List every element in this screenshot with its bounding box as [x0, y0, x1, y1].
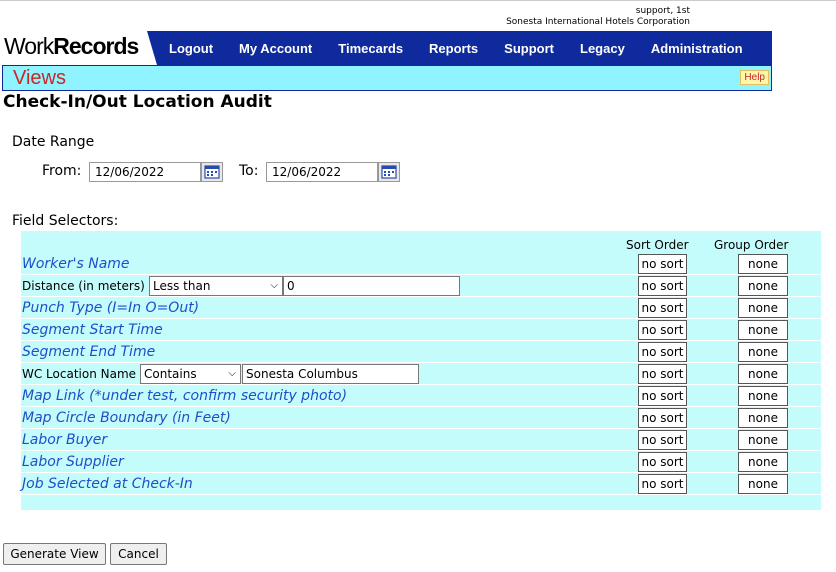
calendar-icon	[204, 165, 220, 179]
nav-support[interactable]: Support	[504, 41, 554, 56]
to-label: To:	[239, 163, 259, 179]
field-map-circle-boundary[interactable]: Map Circle Boundary (in Feet)	[22, 410, 231, 426]
company-name: Sonesta International Hotels Corporation	[506, 17, 690, 27]
field-row: Labor Buyer no sort none	[21, 429, 821, 451]
group-order-header: Group Order	[714, 238, 789, 252]
field-row: Segment Start Time no sort none	[21, 319, 821, 341]
group-order-select[interactable]: none	[738, 386, 788, 406]
nav-administration[interactable]: Administration	[651, 41, 743, 56]
from-date-input[interactable]: 12/06/2022	[89, 162, 201, 182]
distance-value-input[interactable]: 0	[283, 276, 460, 296]
sort-order-select[interactable]: no sort	[638, 386, 687, 406]
group-order-select[interactable]: none	[738, 342, 788, 362]
nav-reports[interactable]: Reports	[429, 41, 478, 56]
sort-order-select[interactable]: no sort	[638, 474, 687, 494]
group-order-select[interactable]: none	[738, 254, 788, 274]
group-order-select[interactable]: none	[738, 452, 788, 472]
main-nav: Logout My Account Timecards Reports Supp…	[147, 31, 772, 65]
location-operator-value: Contains	[144, 367, 197, 381]
field-row: WC Location Name Contains ⌵ Sonesta Colu…	[21, 363, 821, 385]
sort-order-select[interactable]: no sort	[638, 430, 687, 450]
views-title: Views	[13, 67, 66, 89]
field-wc-location-label: WC Location Name	[22, 367, 137, 381]
group-order-select[interactable]: none	[738, 408, 788, 428]
nav-legacy[interactable]: Legacy	[580, 41, 625, 56]
field-row: Map Circle Boundary (in Feet) no sort no…	[21, 407, 821, 429]
field-row: Punch Type (I=In O=Out) no sort none	[21, 297, 821, 319]
from-calendar-button[interactable]	[201, 162, 223, 182]
location-value-input[interactable]: Sonesta Columbus	[242, 364, 419, 384]
to-date-input[interactable]: 12/06/2022	[266, 162, 378, 182]
field-workers-name[interactable]: Worker's Name	[22, 256, 130, 272]
sort-order-select[interactable]: no sort	[638, 298, 687, 318]
field-row: Segment End Time no sort none	[21, 341, 821, 363]
field-segment-end-time[interactable]: Segment End Time	[22, 344, 155, 360]
field-selectors-panel: Sort Order Group Order Worker's Name no …	[21, 231, 821, 510]
chevron-down-icon: ⌵	[228, 368, 236, 379]
logo-records-text: Records	[53, 32, 139, 59]
group-order-select[interactable]: none	[738, 298, 788, 318]
field-row: Distance (in meters) Less than ⌵ 0 no so…	[21, 275, 821, 297]
group-order-select[interactable]: none	[738, 320, 788, 340]
sort-order-select[interactable]: no sort	[638, 364, 687, 384]
group-order-select[interactable]: none	[738, 364, 788, 384]
calendar-icon	[381, 165, 397, 179]
sort-order-select[interactable]: no sort	[638, 254, 687, 274]
field-punch-type[interactable]: Punch Type (I=In O=Out)	[22, 300, 199, 316]
distance-operator-value: Less than	[153, 279, 211, 293]
field-map-link[interactable]: Map Link (*under test, confirm security …	[22, 388, 347, 404]
views-bar: Views Help	[2, 65, 772, 91]
field-job-selected[interactable]: Job Selected at Check-In	[22, 476, 193, 492]
field-row: Labor Supplier no sort none	[21, 451, 821, 473]
field-row: Map Link (*under test, confirm security …	[21, 385, 821, 407]
field-row: Worker's Name no sort none	[21, 253, 821, 275]
field-labor-buyer[interactable]: Labor Buyer	[22, 432, 107, 448]
cancel-button[interactable]: Cancel	[110, 543, 167, 565]
sort-order-select[interactable]: no sort	[638, 276, 687, 296]
help-button[interactable]: Help	[740, 70, 769, 85]
date-range-label: Date Range	[12, 134, 95, 150]
field-row: Job Selected at Check-In no sort none	[21, 473, 821, 495]
from-label: From:	[42, 163, 82, 179]
field-labor-supplier[interactable]: Labor Supplier	[22, 454, 124, 470]
sort-order-select[interactable]: no sort	[638, 320, 687, 340]
top-divider	[0, 0, 836, 1]
field-distance-label: Distance (in meters)	[22, 279, 145, 293]
group-order-select[interactable]: none	[738, 430, 788, 450]
sort-order-select[interactable]: no sort	[638, 452, 687, 472]
page-title: Check-In/Out Location Audit	[3, 92, 272, 112]
sort-order-select[interactable]: no sort	[638, 408, 687, 428]
chevron-down-icon: ⌵	[270, 280, 278, 291]
group-order-select[interactable]: none	[738, 474, 788, 494]
user-info: support, 1st Sonesta International Hotel…	[506, 6, 690, 28]
location-operator-select[interactable]: Contains ⌵	[140, 364, 241, 384]
distance-operator-select[interactable]: Less than ⌵	[149, 276, 283, 296]
field-selectors-label: Field Selectors:	[12, 213, 119, 229]
workrecords-logo[interactable]: Work Records	[4, 30, 139, 62]
generate-view-button[interactable]: Generate View	[3, 543, 106, 565]
nav-my-account[interactable]: My Account	[239, 41, 312, 56]
group-order-select[interactable]: none	[738, 276, 788, 296]
nav-timecards[interactable]: Timecards	[338, 41, 403, 56]
field-segment-start-time[interactable]: Segment Start Time	[22, 322, 163, 338]
user-name: support, 1st	[635, 6, 690, 16]
to-calendar-button[interactable]	[378, 162, 400, 182]
nav-logout[interactable]: Logout	[169, 41, 213, 56]
logo-work-text: Work	[4, 32, 54, 59]
sort-order-select[interactable]: no sort	[638, 342, 687, 362]
sort-order-header: Sort Order	[626, 238, 689, 252]
